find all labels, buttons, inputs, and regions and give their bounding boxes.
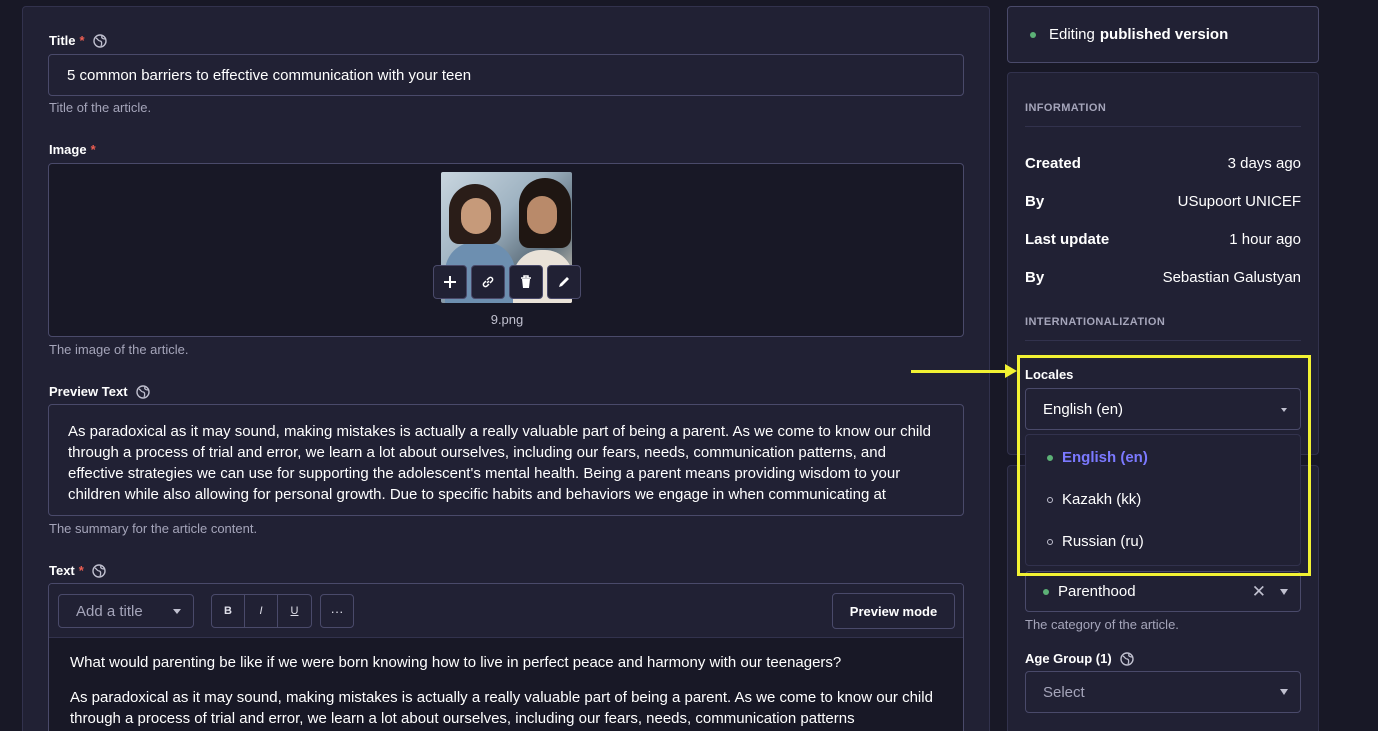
preview-label-text: Preview Text [49,384,128,399]
status-dot [1043,588,1049,595]
divider [1025,340,1301,341]
editor-paragraph: What would parenting be like if we were … [70,654,842,671]
annotation-arrow [911,370,1009,373]
preview-text-textarea[interactable]: As paradoxical as it may sound, making m… [48,404,964,516]
info-key: By [1025,269,1045,286]
arrow-right-icon [1005,364,1017,378]
caret-down-icon [1280,589,1288,595]
category-hint: The category of the article. [1025,617,1179,632]
info-row-last-update: Last update 1 hour ago [1025,231,1301,248]
delete-image-button[interactable] [509,265,543,299]
italic-button[interactable]: I [245,595,278,627]
image-upload-area[interactable]: 9.png [48,163,964,337]
age-group-placeholder: Select [1043,683,1085,701]
plus-icon [444,276,456,288]
preview-mode-button[interactable]: Preview mode [832,593,955,629]
age-group-label-text: Age Group (1) [1025,651,1112,666]
title-input[interactable]: 5 common barriers to effective communica… [48,54,964,96]
more-options-button[interactable]: ··· [320,594,354,628]
image-actions [433,265,581,299]
annotation-highlight-box [1017,355,1311,576]
text-label-text: Text [49,563,75,578]
title-label: Title * [49,33,107,48]
globe-icon [92,33,107,48]
image-filename: 9.png [490,312,524,327]
bold-button[interactable]: B [212,595,245,627]
format-button-group: B I U [211,594,312,628]
divider [1025,126,1301,127]
image-hint: The image of the article. [49,342,189,357]
editor-paragraph: As paradoxical as it may sound, making m… [70,689,933,727]
category-select[interactable]: Parenthood ✕ [1025,571,1301,612]
info-key: Last update [1025,231,1110,248]
info-row-updated-by: By Sebastian Galustyan [1025,269,1301,286]
link-icon [482,276,494,288]
edit-image-button[interactable] [547,265,581,299]
info-value: 1 hour ago [1229,231,1301,248]
caret-down-icon [173,609,181,614]
globe-icon [92,563,106,578]
info-value: USupoort UNICEF [1177,193,1301,210]
category-selected-value: Parenthood [1058,583,1136,600]
status-prefix: Editing [1049,26,1095,43]
info-key: By [1025,193,1045,210]
information-heading: INFORMATION [1025,102,1107,114]
preview-text-hint: The summary for the article content. [49,521,258,536]
trash-icon [521,275,531,288]
internationalization-heading: INTERNATIONALIZATION [1025,316,1166,328]
info-key: Created [1025,155,1081,172]
caret-down-icon [1280,689,1288,695]
editor-toolbar: Add a title B I U ··· Preview mode [49,584,963,638]
status-version: published version [1099,26,1229,43]
thumbnail-figure [527,196,557,234]
preview-text-label: Preview Text [49,384,150,399]
add-image-button[interactable] [433,265,467,299]
globe-icon [135,384,150,399]
age-group-select[interactable]: Select [1025,671,1301,713]
globe-icon [1119,651,1134,666]
info-value: Sebastian Galustyan [1162,269,1301,286]
image-label: Image * [49,142,96,157]
clear-icon[interactable]: ✕ [1252,582,1266,602]
age-group-label: Age Group (1) [1025,651,1134,666]
edit-status-card: Editing published version [1007,6,1319,63]
rich-text-editor[interactable]: Add a title B I U ··· Preview mode What … [48,583,964,731]
info-row-created: Created 3 days ago [1025,155,1301,172]
copy-link-button[interactable] [471,265,505,299]
info-row-created-by: By USupoort UNICEF [1025,193,1301,210]
required-marker: * [79,33,85,48]
underline-button[interactable]: U [278,595,311,627]
text-label: Text * [49,563,106,578]
title-label-text: Title [49,33,76,48]
heading-select[interactable]: Add a title [58,594,194,628]
info-value: 3 days ago [1227,155,1301,172]
editor-content[interactable]: What would parenting be like if we were … [70,652,950,731]
title-hint: Title of the article. [49,100,152,115]
required-marker: * [90,142,96,157]
pencil-icon [559,277,569,287]
image-label-text: Image [49,142,87,157]
required-marker: * [78,563,84,578]
status-dot [1030,31,1036,38]
heading-select-value: Add a title [76,602,143,620]
thumbnail-figure [461,198,491,234]
